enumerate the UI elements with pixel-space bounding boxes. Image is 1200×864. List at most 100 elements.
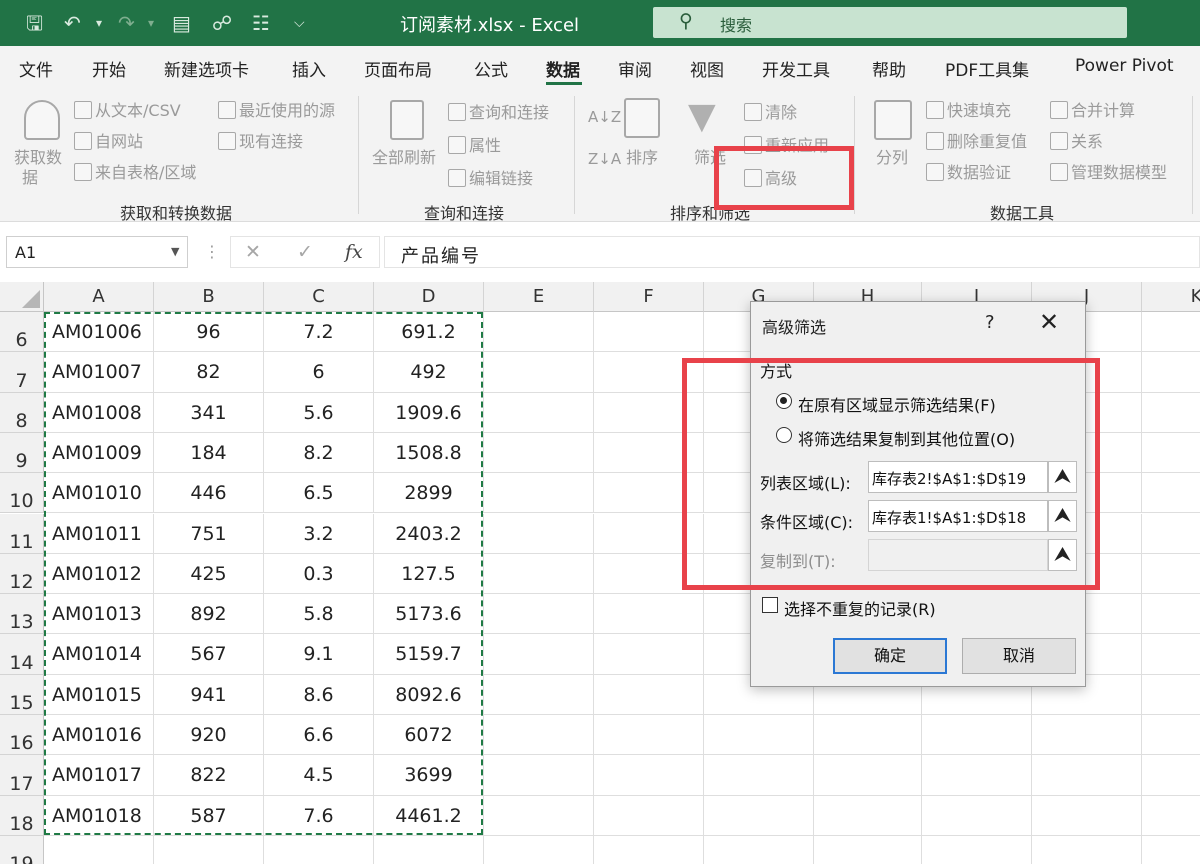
row-header[interactable]: 11 — [0, 513, 44, 554]
existing-connections-button[interactable]: 现有连接 — [218, 128, 303, 152]
data-model-button[interactable]: 管理数据模型 — [1050, 159, 1167, 183]
cell[interactable] — [44, 835, 154, 864]
touch-icon[interactable]: ☍ — [212, 10, 232, 36]
cell[interactable] — [154, 835, 264, 864]
cell[interactable] — [1142, 514, 1200, 554]
customize-icon[interactable]: ⌵ — [294, 10, 305, 36]
cell[interactable]: 892 — [154, 594, 264, 635]
tab-pdf[interactable]: PDF工具集 — [945, 56, 1029, 81]
cell[interactable]: 341 — [154, 392, 264, 433]
print-preview-icon[interactable]: ☷ — [252, 10, 270, 36]
cell[interactable]: AM01016 — [44, 715, 154, 756]
cell[interactable]: 567 — [154, 634, 264, 675]
data-validation-button[interactable]: 数据验证 — [926, 159, 1011, 183]
cell[interactable]: 0.3 — [264, 553, 374, 595]
cell[interactable] — [1142, 473, 1200, 514]
column-header[interactable]: B — [154, 282, 264, 312]
queries-connections-button[interactable]: 查询和连接 — [448, 99, 549, 123]
cell[interactable] — [484, 392, 594, 433]
cell[interactable]: 8.6 — [264, 674, 374, 715]
cancel-button[interactable]: 取消 — [962, 638, 1076, 674]
cell[interactable]: AM01006 — [44, 312, 154, 353]
tab-formulas[interactable]: 公式 — [474, 56, 508, 81]
column-header[interactable]: C — [264, 282, 374, 312]
cell[interactable]: 6 — [264, 352, 374, 393]
tab-developer[interactable]: 开发工具 — [762, 56, 830, 81]
row-header[interactable]: 10 — [0, 473, 44, 514]
cell[interactable]: 1508.8 — [374, 432, 484, 474]
cell[interactable]: 8.2 — [264, 432, 374, 474]
cell[interactable]: 5159.7 — [374, 634, 484, 675]
cell[interactable] — [594, 312, 704, 353]
cell[interactable] — [1142, 393, 1200, 433]
cell[interactable]: 6072 — [374, 715, 484, 756]
cell[interactable] — [704, 715, 814, 756]
cell[interactable]: 127.5 — [374, 553, 484, 595]
redo-dropdown-icon[interactable]: ▾ — [148, 10, 154, 36]
cell[interactable]: AM01012 — [44, 553, 154, 595]
cell[interactable] — [1142, 715, 1200, 756]
cell[interactable]: 6.6 — [264, 715, 374, 756]
cell[interactable] — [484, 674, 594, 715]
row-header[interactable]: 17 — [0, 755, 44, 796]
row-header[interactable]: 19 — [0, 835, 44, 864]
cell[interactable] — [484, 553, 594, 595]
cell[interactable] — [594, 835, 704, 864]
cell[interactable]: 920 — [154, 715, 264, 756]
row-header[interactable]: 13 — [0, 594, 44, 635]
cell[interactable]: AM01010 — [44, 473, 154, 514]
cell[interactable]: 5173.6 — [374, 594, 484, 635]
tab-review[interactable]: 审阅 — [618, 56, 652, 81]
row-header[interactable]: 6 — [0, 312, 44, 353]
cell[interactable] — [1142, 836, 1200, 864]
cell[interactable]: 1909.6 — [374, 392, 484, 433]
column-header[interactable]: F — [594, 282, 704, 312]
tab-data[interactable]: 数据 — [546, 56, 580, 81]
name-box-dropdown-icon[interactable]: ▼ — [171, 245, 179, 258]
close-icon[interactable]: ✕ — [1039, 308, 1059, 336]
tab-new[interactable]: 新建选项卡 — [164, 56, 249, 81]
sort-asc-icon[interactable]: A↓Z — [588, 108, 621, 126]
cell[interactable]: AM01011 — [44, 513, 154, 554]
unique-records-label[interactable]: 选择不重复的记录(R) — [784, 596, 936, 620]
split-button[interactable]: 分列 — [876, 144, 908, 168]
refresh-all-button[interactable]: 全部刷新 — [372, 144, 436, 168]
cell[interactable] — [1142, 312, 1200, 353]
edit-links-button[interactable]: 编辑链接 — [448, 165, 533, 189]
cell[interactable]: 9.1 — [264, 634, 374, 675]
cell[interactable] — [594, 674, 704, 715]
get-data-label-2[interactable]: 据 — [22, 164, 38, 188]
column-header[interactable]: K — [1142, 282, 1200, 312]
cell[interactable] — [704, 755, 814, 796]
cell[interactable]: 446 — [154, 473, 264, 514]
cell[interactable] — [1142, 594, 1200, 635]
redo-icon[interactable]: ↷ — [118, 10, 135, 36]
cell[interactable] — [484, 755, 594, 796]
cell[interactable]: AM01008 — [44, 392, 154, 433]
cell[interactable] — [594, 715, 704, 756]
cell[interactable] — [1032, 835, 1142, 864]
cell[interactable] — [1032, 795, 1142, 836]
tab-power-pivot[interactable]: Power Pivot — [1075, 56, 1174, 76]
cell[interactable] — [1032, 715, 1142, 756]
cell[interactable] — [922, 755, 1032, 796]
cell[interactable] — [704, 795, 814, 836]
column-header[interactable]: D — [374, 282, 484, 312]
clear-button[interactable]: 清除 — [744, 99, 797, 123]
cell[interactable] — [594, 755, 704, 796]
cell[interactable]: 2899 — [374, 473, 484, 514]
relationships-button[interactable]: 关系 — [1050, 128, 1103, 152]
cell[interactable]: 941 — [154, 674, 264, 715]
cell[interactable] — [922, 835, 1032, 864]
cell[interactable]: 6.5 — [264, 473, 374, 514]
cell[interactable]: 184 — [154, 432, 264, 474]
recent-sources-button[interactable]: 最近使用的源 — [218, 97, 335, 121]
cell[interactable]: AM01015 — [44, 674, 154, 715]
row-header[interactable]: 14 — [0, 634, 44, 675]
cell[interactable] — [814, 795, 922, 836]
cell[interactable]: AM01018 — [44, 795, 154, 836]
column-header[interactable]: E — [484, 282, 594, 312]
row-header[interactable]: 9 — [0, 432, 44, 474]
column-header[interactable]: A — [44, 282, 154, 312]
unique-records-checkbox[interactable] — [762, 597, 778, 613]
